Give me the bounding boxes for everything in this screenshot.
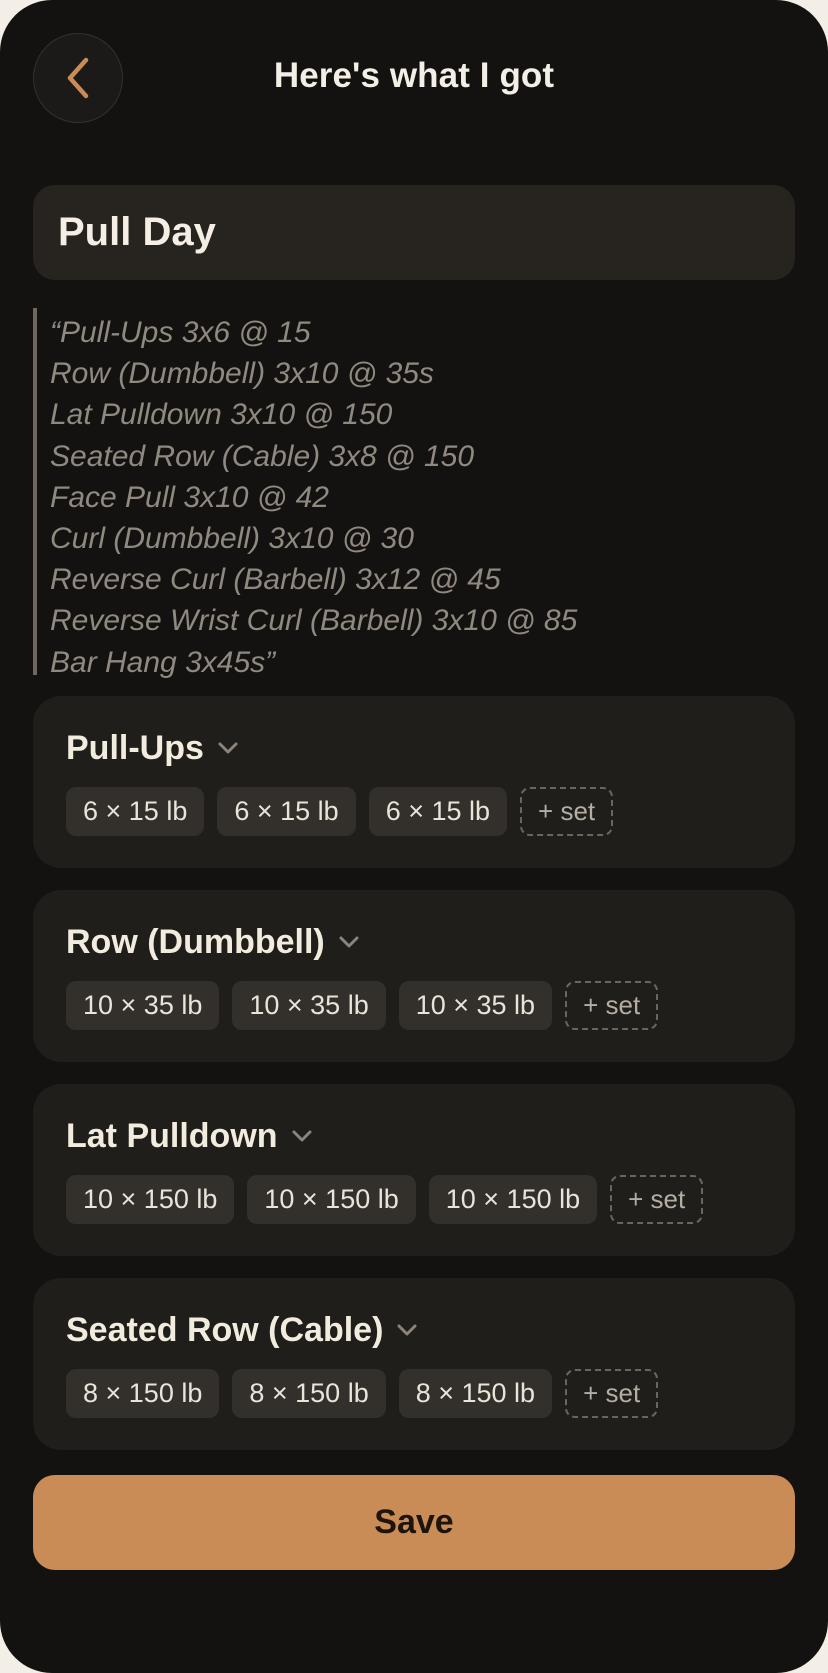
- set-chip[interactable]: 10 × 150 lb: [428, 1175, 598, 1224]
- set-chip[interactable]: 10 × 150 lb: [247, 1175, 416, 1224]
- screen: Here's what I got “Pull-Ups 3x6 @ 15 Row…: [0, 0, 828, 1673]
- exercise-name: Pull-Ups: [66, 728, 204, 767]
- add-set-button[interactable]: + set: [520, 787, 614, 836]
- exercise-card-lat-pulldown: Lat Pulldown 10 × 150 lb 10 × 150 lb 10 …: [33, 1084, 795, 1256]
- exercise-card-pull-ups: Pull-Ups 6 × 15 lb 6 × 15 lb 6 × 15 lb +…: [33, 696, 795, 868]
- exercise-selector[interactable]: Lat Pulldown: [66, 1116, 313, 1156]
- page-title: Here's what I got: [273, 56, 555, 95]
- exercise-card-row-dumbbell: Row (Dumbbell) 10 × 35 lb 10 × 35 lb 10 …: [33, 890, 795, 1062]
- set-chip[interactable]: 8 × 150 lb: [398, 1369, 553, 1418]
- set-list: 10 × 150 lb 10 × 150 lb 10 × 150 lb + se…: [66, 1175, 704, 1224]
- set-chip[interactable]: 6 × 15 lb: [217, 787, 356, 836]
- header: Here's what I got: [0, 0, 828, 160]
- chevron-down-icon: [338, 935, 360, 949]
- exercise-selector[interactable]: Pull-Ups: [66, 728, 239, 768]
- set-chip[interactable]: 6 × 15 lb: [66, 787, 205, 836]
- source-text-quote: “Pull-Ups 3x6 @ 15 Row (Dumbbell) 3x10 @…: [33, 308, 795, 679]
- chevron-down-icon: [217, 741, 239, 755]
- exercise-card-seated-row-cable: Seated Row (Cable) 8 × 150 lb 8 × 150 lb…: [33, 1278, 795, 1450]
- set-chip[interactable]: 8 × 150 lb: [66, 1369, 220, 1418]
- exercise-name: Row (Dumbbell): [66, 922, 325, 961]
- workout-name-input[interactable]: [58, 210, 770, 255]
- workout-name-field[interactable]: [33, 185, 795, 280]
- set-chip[interactable]: 8 × 150 lb: [232, 1369, 386, 1418]
- add-set-button[interactable]: + set: [610, 1175, 704, 1224]
- quote-line: Curl (Dumbbell) 3x10 @ 30: [50, 522, 414, 556]
- quote-line: “Pull-Ups 3x6 @ 15: [50, 316, 311, 349]
- set-list: 8 × 150 lb 8 × 150 lb 8 × 150 lb + set: [66, 1369, 659, 1418]
- quote-line: Row (Dumbbell) 3x10 @ 35s: [50, 357, 434, 391]
- set-chip[interactable]: 6 × 15 lb: [368, 787, 508, 836]
- add-set-button[interactable]: + set: [565, 1369, 659, 1418]
- set-list: 10 × 35 lb 10 × 35 lb 10 × 35 lb + set: [66, 981, 659, 1030]
- exercise-name: Lat Pulldown: [66, 1116, 278, 1155]
- exercise-selector[interactable]: Row (Dumbbell): [66, 922, 360, 962]
- save-button[interactable]: Save: [33, 1475, 795, 1570]
- add-set-button[interactable]: + set: [565, 981, 659, 1030]
- set-list: 6 × 15 lb 6 × 15 lb 6 × 15 lb + set: [66, 787, 614, 836]
- quote-line: Seated Row (Cable) 3x8 @ 150: [50, 439, 475, 473]
- exercise-selector[interactable]: Seated Row (Cable): [66, 1310, 418, 1350]
- chevron-down-icon: [291, 1129, 313, 1143]
- quote-line: Face Pull 3x10 @ 42: [50, 480, 329, 514]
- exercise-name: Seated Row (Cable): [66, 1310, 384, 1349]
- quote-line: Lat Pulldown 3x10 @ 150: [50, 398, 393, 432]
- set-chip[interactable]: 10 × 35 lb: [398, 981, 553, 1030]
- set-chip[interactable]: 10 × 35 lb: [66, 981, 220, 1030]
- set-chip[interactable]: 10 × 35 lb: [232, 981, 386, 1030]
- chevron-down-icon: [396, 1323, 418, 1337]
- quote-line: Bar Hang 3x45s”: [50, 645, 276, 679]
- quote-line: Reverse Curl (Barbell) 3x12 @ 45: [50, 563, 501, 597]
- quote-line: Reverse Wrist Curl (Barbell) 3x10 @ 85: [50, 604, 578, 638]
- set-chip[interactable]: 10 × 150 lb: [66, 1175, 235, 1224]
